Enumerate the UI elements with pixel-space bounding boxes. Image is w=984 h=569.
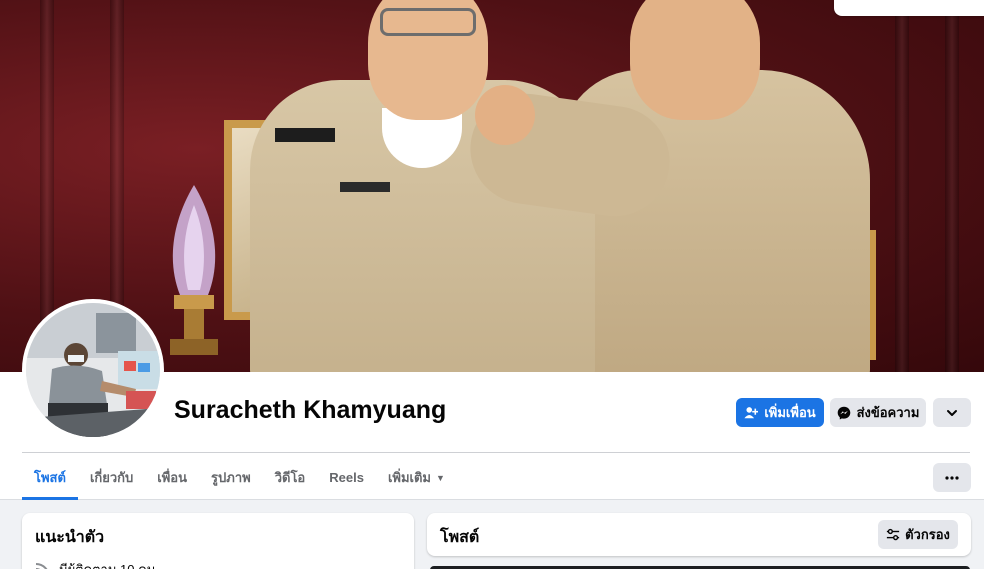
followers-count: มีผู้ติดตาม 10 คน bbox=[59, 559, 156, 569]
curtain-fold bbox=[895, 0, 909, 372]
curtain-fold bbox=[945, 0, 959, 372]
message-button[interactable]: ส่งข้อความ bbox=[830, 398, 926, 427]
more-dots-icon bbox=[945, 475, 959, 480]
filter-button[interactable]: ตัวกรอง bbox=[878, 520, 958, 549]
filter-sliders-icon bbox=[886, 528, 900, 540]
tab-label: รูปภาพ bbox=[211, 470, 251, 485]
tab-reels[interactable]: Reels bbox=[317, 455, 376, 500]
tab-label: วิดีโอ bbox=[274, 470, 306, 485]
message-label: ส่งข้อความ bbox=[856, 405, 920, 420]
add-friend-icon bbox=[744, 406, 759, 418]
add-friend-label: เพิ่มเพื่อน bbox=[764, 405, 816, 420]
tab-label: เพิ่มเติม bbox=[387, 470, 431, 485]
more-options-button[interactable] bbox=[933, 398, 971, 427]
tab-photos[interactable]: รูปภาพ bbox=[199, 455, 263, 500]
posts-card: โพสต์ ตัวกรอง bbox=[427, 513, 971, 556]
rss-feed-icon bbox=[35, 562, 48, 569]
profile-avatar[interactable] bbox=[22, 299, 164, 441]
tab-label: เพื่อน bbox=[157, 470, 188, 485]
tab-label: Reels bbox=[329, 470, 364, 485]
tabs-overflow-button[interactable] bbox=[933, 463, 971, 492]
avatar-photo bbox=[26, 303, 160, 437]
intro-card: แนะนำตัว มีผู้ติดตาม 10 คน bbox=[22, 513, 414, 569]
tab-label: เกี่ยวกับ bbox=[89, 470, 134, 485]
tab-label: โพสต์ bbox=[34, 470, 66, 485]
intro-title: แนะนำตัว bbox=[35, 529, 105, 546]
tab-about[interactable]: เกี่ยวกับ bbox=[78, 455, 145, 500]
tab-videos[interactable]: วิดีโอ bbox=[263, 455, 318, 500]
shoulder-board bbox=[275, 128, 335, 142]
add-friend-button[interactable]: เพิ่มเพื่อน bbox=[736, 398, 824, 427]
glasses bbox=[380, 8, 476, 36]
tab-more[interactable]: เพิ่มเติม ▼ bbox=[376, 455, 457, 500]
ornament-lamp bbox=[170, 185, 218, 355]
followers-row: มีผู้ติดตาม 10 คน bbox=[35, 559, 156, 569]
profile-tabs: โพสต์ เกี่ยวกับ เพื่อน รูปภาพ วิดีโอ Ree… bbox=[22, 455, 457, 500]
posts-title: โพสต์ bbox=[440, 529, 480, 546]
filter-label: ตัวกรอง bbox=[905, 527, 950, 542]
top-right-panel-edge bbox=[834, 0, 984, 16]
officer-hand bbox=[475, 85, 535, 145]
profile-name: Suracheth Khamyuang bbox=[174, 396, 447, 424]
tab-friends[interactable]: เพื่อน bbox=[145, 455, 199, 500]
messenger-icon bbox=[837, 406, 850, 419]
officer-right-head bbox=[630, 0, 760, 120]
header-divider bbox=[22, 452, 970, 453]
caret-down-icon: ▼ bbox=[436, 472, 445, 483]
chevron-down-icon bbox=[947, 409, 957, 416]
tab-posts[interactable]: โพสต์ bbox=[22, 455, 78, 500]
name-badge bbox=[340, 182, 390, 192]
